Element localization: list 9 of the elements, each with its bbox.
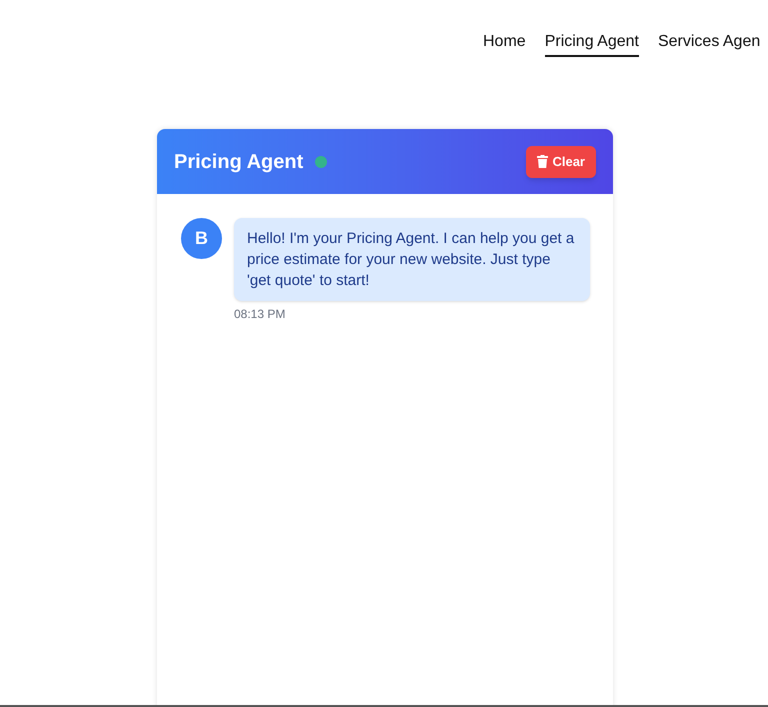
message-bubble: Hello! I'm your Pricing Agent. I can help you get a price estimate for your new website. Just type 'get quote' to start!	[234, 218, 590, 301]
nav-link[interactable]: Services Agen	[658, 32, 760, 57]
trash-icon	[537, 155, 548, 168]
chat-title: Pricing Agent	[174, 150, 304, 174]
avatar: B	[181, 218, 222, 259]
message-time: 08:13 PM	[234, 306, 286, 323]
nav-link[interactable]: Home	[483, 32, 526, 57]
nav-link[interactable]: Pricing Agent	[544, 32, 639, 57]
clear-button[interactable]: Clear	[526, 146, 596, 178]
